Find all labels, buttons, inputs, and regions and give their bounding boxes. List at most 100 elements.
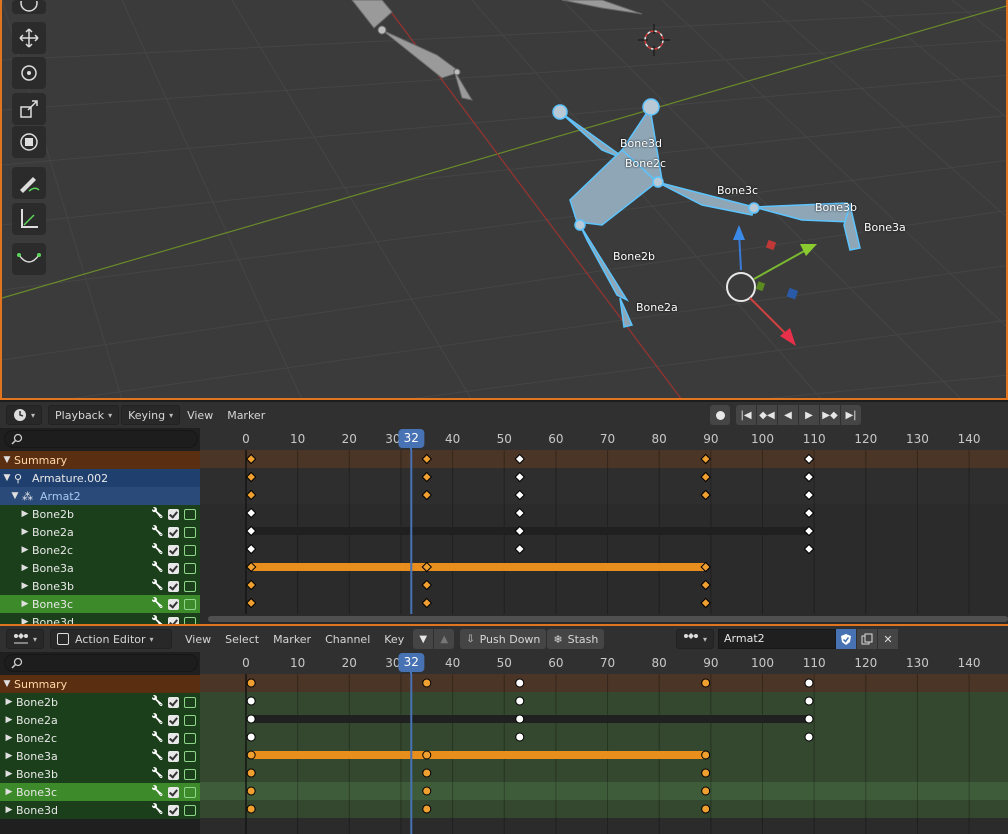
expand-triangle-icon[interactable]: ▶ xyxy=(2,805,16,815)
mute-checkbox[interactable] xyxy=(168,786,179,798)
expand-triangle-icon[interactable]: ▶ xyxy=(18,581,32,591)
lock-icon[interactable] xyxy=(184,768,196,780)
lock-icon[interactable] xyxy=(184,544,196,556)
wrench-icon[interactable]: 🔧 xyxy=(151,750,163,762)
wrench-icon[interactable]: 🔧 xyxy=(151,562,163,574)
collapse-triangle-icon[interactable]: ▼ xyxy=(0,455,14,465)
lock-icon[interactable] xyxy=(184,598,196,610)
wrench-icon[interactable]: 🔧 xyxy=(151,804,163,816)
mute-checkbox[interactable] xyxy=(168,696,179,708)
channel-bone2c[interactable]: ▶ Bone2c 🔧 xyxy=(0,729,200,747)
action-search-input[interactable] xyxy=(4,654,198,672)
channel-summary[interactable]: ▼ Summary xyxy=(0,675,200,693)
duplicate-action-button[interactable] xyxy=(857,629,878,649)
transform-tool-button[interactable] xyxy=(12,126,46,158)
expand-triangle-icon[interactable]: ▶ xyxy=(18,527,32,537)
lock-icon[interactable] xyxy=(184,508,196,520)
expand-triangle-icon[interactable]: ▶ xyxy=(2,715,16,725)
fake-user-button[interactable] xyxy=(836,629,857,649)
channel-bone3c[interactable]: ▶ Bone3c 🔧 xyxy=(0,783,200,801)
channel-bone3d[interactable]: ▶ Bone3d 🔧 xyxy=(0,801,200,819)
action-browse-button[interactable]: ▾ xyxy=(676,629,715,649)
action-ruler[interactable]: 0 10 20 30 40 50 60 70 80 90 100 110 120 130 140 32 xyxy=(200,652,1008,674)
timeline-scrollbar-thumb[interactable] xyxy=(208,616,1008,622)
timeline-ruler[interactable]: 0 10 20 30 40 50 60 70 80 90 100 110 120 130 140 32 xyxy=(200,428,1008,450)
editor-type-button[interactable]: ▾ xyxy=(6,405,43,425)
channel-bone2c[interactable]: ▶ Bone2c 🔧 xyxy=(0,541,200,559)
mute-checkbox[interactable] xyxy=(168,580,179,592)
wrench-icon[interactable]: 🔧 xyxy=(151,696,163,708)
action-name-field[interactable]: Armat2 xyxy=(718,629,837,649)
lock-icon[interactable] xyxy=(184,786,196,798)
mute-checkbox[interactable] xyxy=(168,598,179,610)
timeline-keyframes-svg[interactable] xyxy=(200,450,1008,614)
push-down-button[interactable]: ⇩ Push Down xyxy=(460,629,547,649)
lock-icon[interactable] xyxy=(184,804,196,816)
wrench-icon[interactable]: 🔧 xyxy=(151,526,163,538)
channel-bone3c[interactable]: ▶ Bone3c 🔧 xyxy=(0,595,200,613)
channel-bone2b[interactable]: ▶ Bone2b 🔧 xyxy=(0,505,200,523)
channel-armat2[interactable]: ▼ ⁂ Armat2 xyxy=(0,487,200,505)
expand-triangle-icon[interactable]: ▶ xyxy=(18,509,32,519)
3d-viewport[interactable]: Bone3d Bone2c Bone3c Bone3b Bone3a Bone2… xyxy=(0,0,1008,400)
wrench-icon[interactable]: 🔧 xyxy=(151,714,163,726)
collapse-triangle-icon[interactable]: ▼ xyxy=(0,679,14,689)
lock-icon[interactable] xyxy=(184,714,196,726)
unlink-action-button[interactable]: ✕ xyxy=(878,629,899,649)
channel-bone3b[interactable]: ▶ Bone3b 🔧 xyxy=(0,765,200,783)
ae-menu-marker[interactable]: Marker xyxy=(266,633,318,646)
timeline-menu-view[interactable]: View xyxy=(180,409,220,422)
curve-tool-button[interactable] xyxy=(12,243,46,275)
timeline-scrollbar-track[interactable] xyxy=(200,614,1008,624)
expand-triangle-icon[interactable]: ▶ xyxy=(18,599,32,609)
annotate-tool-button[interactable] xyxy=(12,167,46,199)
current-frame-indicator[interactable]: 32 xyxy=(398,653,424,672)
channel-armature-002[interactable]: ▼ ⚲ Armature.002 xyxy=(0,469,200,487)
channel-bone3a[interactable]: ▶ Bone3a 🔧 xyxy=(0,747,200,765)
prev-keyframe-button[interactable]: ◆◀ xyxy=(757,405,777,425)
timeline-keyframe-area[interactable] xyxy=(200,450,1008,614)
lock-icon[interactable] xyxy=(184,696,196,708)
wrench-icon[interactable]: 🔧 xyxy=(151,580,163,592)
jump-start-button[interactable]: |◀ xyxy=(736,405,756,425)
viewport-scene[interactable] xyxy=(2,0,1008,400)
keying-menu[interactable]: Keying ▾ xyxy=(121,405,181,425)
expand-triangle-icon[interactable]: ▶ xyxy=(2,697,16,707)
next-keyframe-button[interactable]: ▶◆ xyxy=(820,405,840,425)
dopesheet-editor-type-button[interactable]: ▾ xyxy=(6,629,45,649)
timeline-menu-marker[interactable]: Marker xyxy=(220,409,272,422)
move-down-button[interactable]: ▼ xyxy=(413,629,434,649)
mute-checkbox[interactable] xyxy=(168,732,179,744)
move-up-button[interactable]: ▲ xyxy=(434,629,455,649)
timeline-search-input[interactable] xyxy=(4,430,198,448)
wrench-icon[interactable]: 🔧 xyxy=(151,786,163,798)
channel-bone3a[interactable]: ▶ Bone3a 🔧 xyxy=(0,559,200,577)
action-keyframes-svg[interactable] xyxy=(200,674,1008,834)
current-frame-indicator[interactable]: 32 xyxy=(398,429,424,448)
mute-checkbox[interactable] xyxy=(168,804,179,816)
wrench-icon[interactable]: 🔧 xyxy=(151,732,163,744)
expand-triangle-icon[interactable]: ▶ xyxy=(18,563,32,573)
mute-checkbox[interactable] xyxy=(168,544,179,556)
mute-checkbox[interactable] xyxy=(168,714,179,726)
mute-checkbox[interactable] xyxy=(168,768,179,780)
wrench-icon[interactable]: 🔧 xyxy=(151,768,163,780)
measure-tool-button[interactable] xyxy=(12,203,46,235)
scale-tool-button[interactable] xyxy=(12,93,46,125)
lock-icon[interactable] xyxy=(184,526,196,538)
lock-icon[interactable] xyxy=(184,580,196,592)
cursor-tool-button[interactable] xyxy=(12,0,46,14)
channel-bone2b[interactable]: ▶ Bone2b 🔧 xyxy=(0,693,200,711)
lock-icon[interactable] xyxy=(184,732,196,744)
jump-end-button[interactable]: ▶| xyxy=(841,405,861,425)
lock-icon[interactable] xyxy=(184,562,196,574)
move-tool-button[interactable] xyxy=(12,22,46,54)
mode-select[interactable]: Action Editor ▾ xyxy=(50,629,173,649)
expand-triangle-icon[interactable]: ▶ xyxy=(2,733,16,743)
channel-bone2a[interactable]: ▶ Bone2a 🔧 xyxy=(0,523,200,541)
mute-checkbox[interactable] xyxy=(168,508,179,520)
play-reverse-button[interactable]: ◀ xyxy=(778,405,798,425)
lock-icon[interactable] xyxy=(184,750,196,762)
ae-menu-channel[interactable]: Channel xyxy=(318,633,377,646)
expand-triangle-icon[interactable]: ▶ xyxy=(2,751,16,761)
